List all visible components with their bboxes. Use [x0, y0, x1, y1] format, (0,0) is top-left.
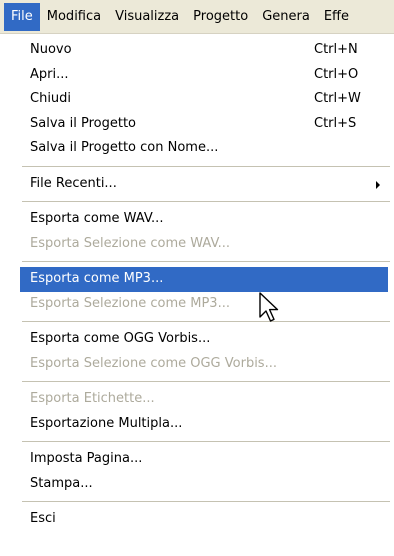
- menu-separator: [0, 161, 394, 172]
- menu-genera[interactable]: Genera: [255, 3, 317, 31]
- file-menu-dropdown: Nuovo Ctrl+N Apri... Ctrl+O Chiudi Ctrl+…: [0, 34, 394, 556]
- menu-separator: [0, 316, 394, 327]
- menu-item-label: Salva il Progetto con Nome...: [30, 140, 219, 155]
- menu-item-apri[interactable]: Apri... Ctrl+O: [0, 63, 394, 88]
- menu-item-esporta-ogg[interactable]: Esporta come OGG Vorbis...: [0, 327, 394, 352]
- menu-item-esporta-selezione-mp3: Esporta Selezione come MP3...: [0, 292, 394, 317]
- menu-item-label: Imposta Pagina...: [30, 451, 143, 466]
- menu-visualizza[interactable]: Visualizza: [108, 3, 186, 31]
- menu-item-label: Esci: [30, 511, 56, 526]
- menu-item-esporta-selezione-ogg: Esporta Selezione come OGG Vorbis...: [0, 352, 394, 377]
- menu-item-label: Esporta Selezione come OGG Vorbis...: [30, 355, 277, 371]
- menu-item-shortcut: Ctrl+W: [314, 91, 361, 106]
- menu-item-salva-con-nome[interactable]: Salva il Progetto con Nome...: [0, 136, 394, 161]
- menu-item-chiudi[interactable]: Chiudi Ctrl+W: [0, 87, 394, 112]
- menu-item-stampa[interactable]: Stampa...: [0, 472, 394, 497]
- menu-progetto[interactable]: Progetto: [186, 3, 255, 31]
- menu-file[interactable]: File: [4, 2, 40, 31]
- menu-item-esporta-selezione-wav: Esporta Selezione come WAV...: [0, 232, 394, 257]
- menu-item-label: Esportazione Multipla...: [30, 415, 183, 431]
- menu-item-label: Stampa...: [30, 475, 93, 491]
- menu-item-shortcut: Ctrl+N: [314, 42, 358, 57]
- menu-item-esporta-mp3[interactable]: Esporta come MP3...: [20, 267, 388, 292]
- menu-item-label: Esporta Etichette...: [30, 391, 155, 406]
- menu-item-salva-progetto[interactable]: Salva il Progetto Ctrl+S: [0, 112, 394, 137]
- menu-item-esporta-wav[interactable]: Esporta come WAV...: [0, 207, 394, 232]
- menu-item-label: Nuovo: [30, 42, 72, 57]
- menu-item-label: Salva il Progetto: [30, 115, 136, 131]
- menu-item-label: File Recenti...: [30, 175, 117, 191]
- menu-item-esportazione-multipla[interactable]: Esportazione Multipla...: [0, 412, 394, 437]
- menu-separator: [0, 196, 394, 207]
- menu-bar: File Modifica Visualizza Progetto Genera…: [0, 0, 394, 34]
- menu-item-label: Chiudi: [30, 91, 72, 106]
- screen: File Modifica Visualizza Progetto Genera…: [0, 0, 394, 556]
- menu-effetti[interactable]: Effe: [317, 3, 356, 31]
- menu-item-label: Esporta come WAV...: [30, 211, 164, 226]
- menu-item-imposta-pagina[interactable]: Imposta Pagina...: [0, 447, 394, 472]
- menu-separator: [0, 436, 394, 447]
- menu-modifica[interactable]: Modifica: [40, 3, 108, 31]
- menu-item-nuovo[interactable]: Nuovo Ctrl+N: [0, 38, 394, 63]
- menu-item-label: Esporta Selezione come WAV...: [30, 235, 231, 251]
- menu-item-label: Apri...: [30, 66, 69, 82]
- menu-item-label: Esporta come OGG Vorbis...: [30, 331, 211, 346]
- menu-separator: [0, 376, 394, 387]
- menu-separator: [0, 256, 394, 267]
- menu-separator: [0, 496, 394, 507]
- menu-item-label: Esporta Selezione come MP3...: [30, 295, 230, 311]
- menu-item-shortcut: Ctrl+O: [314, 66, 359, 82]
- submenu-arrow-icon: [376, 180, 380, 189]
- menu-item-esci[interactable]: Esci: [0, 507, 394, 532]
- menu-item-label: Esporta come MP3...: [30, 271, 164, 286]
- menu-item-esporta-etichette: Esporta Etichette...: [0, 387, 394, 412]
- menu-item-shortcut: Ctrl+S: [314, 115, 357, 131]
- menu-item-file-recenti[interactable]: File Recenti...: [0, 172, 394, 197]
